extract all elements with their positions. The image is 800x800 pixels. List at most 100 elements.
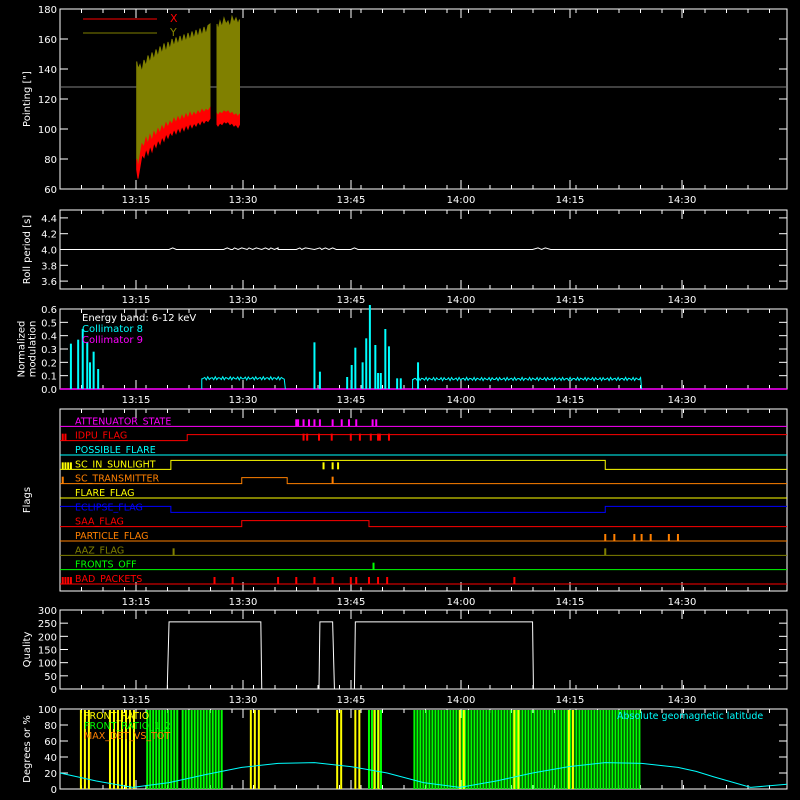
flag-label: FLARE_FLAG [75,488,135,499]
y-tick-label: 100 [38,125,57,136]
roll-period-line [60,247,787,251]
x-tick-label: 14:00 [447,295,476,306]
y-tick-label: 140 [38,65,57,76]
flag-label: SC_IN_SUNLIGHT [75,459,156,470]
rhessi-quicklook-chart: 13:15 13:30 13:45 14:00 14:15 14:30 Pointing [… [17,5,788,796]
y-tick-label: 120 [38,95,57,106]
flag-label: ATTENUATOR_STATE [75,416,171,427]
y-tick-label: 0 [51,785,57,796]
y-tick-label: 4.2 [41,230,57,241]
legend-label-x: X [170,12,178,25]
flag-label: POSSIBLE_FLARE [75,445,156,456]
y-tick-label: 0.1 [41,372,57,383]
flag-line-saa_flag [60,520,787,528]
x-tick-label: 14:00 [447,195,476,206]
legend-entry: Collimator 9 [82,335,143,346]
y-tick-label: 180 [38,5,57,16]
x-tick-label: 14:15 [556,195,585,206]
y-tick-label: 0 [51,685,57,696]
y-tick-label: 100 [38,659,57,670]
flag-line-idpu_flag [60,434,787,442]
collimator-8-plateau [201,375,286,390]
x-tick-label: 14:30 [668,295,697,306]
y-tick-label: 3.6 [41,277,57,288]
y-tick-label: 3.8 [41,261,57,272]
flag-label: SC_TRANSMITTER [75,474,160,485]
x-tick-label: 13:45 [337,295,366,306]
y-tick-label: 40 [44,753,57,764]
x-tick-label: 13:15 [122,597,151,608]
y-axis-label: Roll period [s] [22,215,33,284]
flag-label: PARTICLE_FLAG [75,531,148,542]
legend-entry: Absolute geomagnetic latitude [617,711,763,722]
x-tick-label: 13:15 [122,195,151,206]
y-axis-label: Quality [22,632,33,668]
flag-label: IDPU_FLAG [75,431,127,442]
y-tick-label: 0.0 [41,385,57,396]
x-tick-label: 13:30 [229,597,258,608]
legend-label-y: Y [169,26,177,39]
legend-entry: Energy band: 6-12 keV [82,313,196,324]
x-tick-label: 13:45 [337,395,366,406]
x-pointing-band [216,110,240,129]
flag-label: ECLIPSE_FLAG [75,502,143,513]
flag-label: BAD_PACKETS [75,574,142,585]
x-tick-label: 14:30 [668,195,697,206]
y-tick-label: 50 [44,672,57,683]
y-tick-label: 200 [38,632,57,643]
x-tick-label: 13:30 [229,195,258,206]
x-tick-label: 13:15 [122,395,151,406]
y-axis-label: Pointing ["] [22,71,33,127]
y-tick-label: 300 [38,606,57,617]
y-axis-label: Degrees or % [22,715,33,783]
y-tick-label: 0.4 [41,332,57,343]
x-tick-label: 14:30 [668,695,697,706]
y-tick-label: 0.3 [41,345,57,356]
flag-label: AAZ_FLAG [75,545,124,556]
y-tick-label: 150 [38,646,57,657]
y-tick-label: 60 [44,737,57,748]
flag-line-sc_in_sunlight [60,459,787,470]
x-tick-label: 13:30 [229,295,258,306]
panel-frame-3 [59,408,788,592]
x-tick-label: 13:30 [229,395,258,406]
y-tick-label: 250 [38,619,57,630]
x-tick-label: 13:15 [122,695,151,706]
x-tick-label: 14:15 [556,695,585,706]
x-tick-label: 13:30 [229,695,258,706]
x-tick-label: 13:45 [337,195,366,206]
y-tick-label: 80 [44,721,57,732]
y-tick-label: 60 [44,185,57,196]
flag-line-eclipse_flag [60,505,787,513]
y-tick-label: 80 [44,155,57,166]
legend-entry: MAX_DET_VS_TOT [84,731,170,742]
y-tick-label: 0.2 [41,358,57,369]
x-tick-label: 13:45 [337,597,366,608]
y-tick-label: 4.0 [41,246,57,257]
y-tick-label: 0.6 [41,305,57,316]
x-tick-label: 14:00 [447,597,476,608]
y-tick-label: 0.5 [41,318,57,329]
x-tick-label: 14:15 [556,295,585,306]
x-tick-label: 14:00 [447,395,476,406]
flag-label: FRONTS_OFF [75,560,137,571]
x-tick-label: 14:30 [668,395,697,406]
y-tick-label: 4.4 [41,214,57,225]
y-axis-label: modulation [28,321,39,378]
x-tick-label: 13:45 [337,695,366,706]
flag-label: SAA_FLAG [75,517,124,528]
x-tick-label: 13:15 [122,295,151,306]
y-axis-label: Normalized [17,321,28,378]
quality-line [60,621,787,690]
flag-line-sc_transmitter [60,477,787,485]
x-tick-label: 14:15 [556,395,585,406]
x-tick-label: 14:15 [556,597,585,608]
y-tick-label: 160 [38,35,57,46]
x-tick-label: 14:30 [668,597,697,608]
y-tick-label: 20 [44,769,57,780]
legend-entry: Collimator 8 [82,324,143,335]
y-axis-label: Flags [22,487,33,513]
y-tick-label: 100 [38,705,57,716]
y-pointing-band [216,14,240,118]
x-tick-label: 14:00 [447,695,476,706]
